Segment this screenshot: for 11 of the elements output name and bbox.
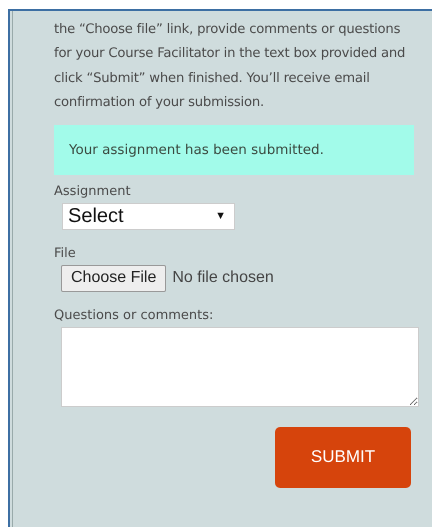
caret-icon: ▼ — [215, 210, 226, 222]
file-status: No file chosen — [172, 269, 274, 288]
success-alert: Your assignment has been submitted. — [54, 124, 414, 175]
choose-file-button[interactable]: Choose File — [61, 264, 166, 292]
submit-button[interactable]: SUBMIT — [275, 426, 411, 488]
file-label: File — [54, 246, 76, 261]
instructions-text: the “Choose file” link, provide comments or questions for your Course Facilitator in the text box provided and click “Submit” when finished. You’ll receive email confirmation of your submission. — [54, 21, 406, 112]
comments-field[interactable] — [61, 326, 419, 407]
assignment-select[interactable]: Select ▼ — [62, 202, 235, 230]
assignment-label: Assignment — [54, 184, 131, 199]
comments-label: Questions or comments: — [54, 308, 214, 323]
